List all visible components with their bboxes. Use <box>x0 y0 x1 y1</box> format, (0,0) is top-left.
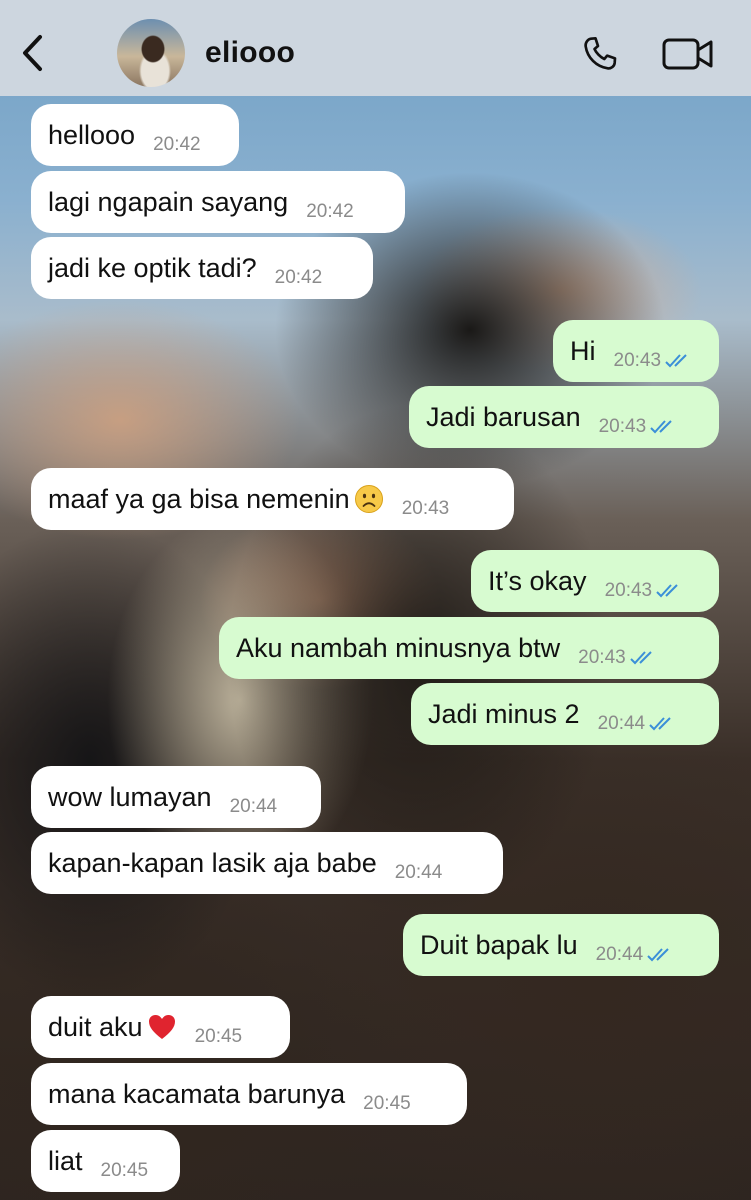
message-time: 20:44 <box>394 862 443 883</box>
message-list[interactable]: hellooo 20:42 lagi ngapain sayang 20:42 … <box>0 96 751 1200</box>
back-button[interactable] <box>14 28 50 78</box>
contact-name[interactable]: eliooo <box>205 36 295 70</box>
message-text: It’s okay <box>488 565 587 596</box>
message-bubble-outgoing[interactable]: Aku nambah minusnya btw 20:43 <box>219 617 719 679</box>
chevron-left-icon <box>23 35 42 71</box>
message-time: 20:43 <box>401 498 450 519</box>
message-time: 20:43 <box>604 580 653 601</box>
message-text: hellooo <box>48 119 136 150</box>
message-text: Jadi barusan <box>426 401 581 432</box>
message-bubble-incoming[interactable]: jadi ke optik tadi? 20:42 <box>31 237 373 299</box>
video-call-button[interactable] <box>660 32 716 76</box>
message-bubble-incoming[interactable]: mana kacamata barunya 20:45 <box>31 1063 467 1125</box>
message-time: 20:45 <box>194 1026 243 1047</box>
message-time: 20:42 <box>153 134 201 155</box>
double-check-icon <box>647 948 669 962</box>
message-time: 20:45 <box>363 1093 411 1114</box>
message-bubble-incoming[interactable]: hellooo 20:42 <box>31 104 239 166</box>
message-bubble-incoming[interactable]: maaf ya ga bisa nemenin 20:43 <box>31 468 514 530</box>
message-bubble-incoming[interactable]: lagi ngapain sayang 20:42 <box>31 171 405 233</box>
red-heart-emoji <box>148 1015 175 1039</box>
message-bubble-incoming[interactable]: kapan-kapan lasik aja babe 20:44 <box>31 832 503 894</box>
avatar[interactable] <box>117 19 185 87</box>
message-time: 20:43 <box>613 350 662 371</box>
message-text: kapan-kapan lasik aja babe <box>48 847 377 878</box>
double-check-icon <box>656 584 678 598</box>
message-bubble-incoming[interactable]: wow lumayan 20:44 <box>31 766 321 828</box>
message-bubble-outgoing[interactable]: It’s okay 20:43 <box>471 550 719 612</box>
double-check-icon <box>650 420 672 434</box>
message-bubble-outgoing[interactable]: Jadi barusan 20:43 <box>409 386 719 448</box>
message-time: 20:42 <box>274 267 323 288</box>
message-text: wow lumayan <box>48 781 212 812</box>
double-check-icon <box>630 651 652 665</box>
double-check-icon <box>649 717 671 731</box>
video-camera-icon <box>662 38 713 70</box>
message-time: 20:45 <box>100 1160 149 1181</box>
message-text: maaf ya ga bisa nemenin <box>48 483 350 514</box>
double-check-icon <box>665 354 687 368</box>
chat-header: eliooo <box>0 0 751 96</box>
message-time: 20:43 <box>578 647 626 668</box>
phone-icon <box>584 37 617 70</box>
message-text: duit aku <box>48 1011 143 1042</box>
message-time: 20:44 <box>597 713 646 734</box>
message-text: lagi ngapain sayang <box>48 186 289 217</box>
message-text: Hi <box>570 335 596 366</box>
message-text: Jadi minus 2 <box>428 698 580 729</box>
message-bubble-incoming[interactable]: duit aku 20:45 <box>31 996 290 1058</box>
frowning-face-emoji <box>354 485 383 513</box>
message-time: 20:44 <box>229 796 278 817</box>
message-time: 20:44 <box>595 944 644 965</box>
message-bubble-incoming[interactable]: liat 20:45 <box>31 1130 180 1192</box>
message-text: jadi ke optik tadi? <box>48 252 257 283</box>
message-bubble-outgoing[interactable]: Hi 20:43 <box>553 320 719 382</box>
message-bubble-outgoing[interactable]: Duit bapak lu 20:44 <box>403 914 719 976</box>
message-text: Aku nambah minusnya btw <box>236 632 561 663</box>
message-time: 20:43 <box>598 416 647 437</box>
message-text: Duit bapak lu <box>420 929 578 960</box>
message-text: mana kacamata barunya <box>48 1078 346 1109</box>
message-bubble-outgoing[interactable]: Jadi minus 2 20:44 <box>411 683 719 745</box>
message-text: liat <box>48 1145 83 1176</box>
message-time: 20:42 <box>306 201 354 222</box>
voice-call-button[interactable] <box>576 30 624 78</box>
